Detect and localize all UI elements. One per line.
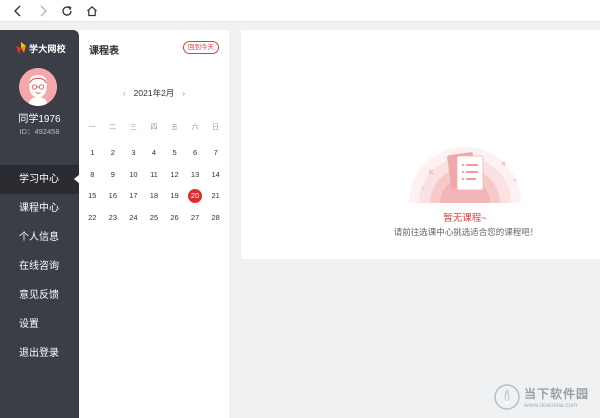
brand-logo[interactable]: 学大网校: [16, 41, 66, 55]
username: 同学1976: [18, 114, 61, 125]
user-id: ID：492458: [19, 127, 60, 136]
calendar-day[interactable]: 5: [164, 148, 185, 157]
refresh-button[interactable]: [59, 3, 75, 19]
sidebar-item-online-consult[interactable]: 在线咨询: [0, 252, 79, 281]
avatar-icon: [19, 68, 57, 106]
calendar-day[interactable]: 18: [144, 191, 165, 200]
sidebar-item-course-center[interactable]: 课程中心: [0, 194, 79, 223]
empty-courses-illustration-icon: [407, 147, 523, 206]
calendar-day[interactable]: 1: [82, 148, 103, 157]
home-button[interactable]: [84, 3, 100, 19]
empty-state-title: 暂无课程~: [443, 213, 487, 224]
sidebar-item-label: 设置: [19, 319, 39, 330]
weekday-label: 四: [150, 124, 158, 131]
home-icon: [87, 5, 97, 17]
sidebar-item-personal-info[interactable]: 个人信息: [0, 223, 79, 252]
calendar-day[interactable]: 9: [103, 170, 124, 179]
calendar-week: 1 2 3 4 5 6 7: [82, 142, 226, 164]
calendar-day[interactable]: 25: [144, 213, 165, 222]
course-content-area: 暂无课程~ 请前往选课中心挑选适合您的课程吧！: [241, 30, 600, 259]
calendar-day[interactable]: 8: [82, 170, 103, 179]
calendar-grid: 1 2 3 4 5 6 7 8 9 10 11 12 13 14 15 16 1…: [82, 142, 226, 228]
current-month: 2021年2月: [133, 88, 175, 98]
calendar-day[interactable]: 11: [144, 170, 165, 179]
sidebar-item-label: 个人信息: [19, 232, 59, 243]
calendar-day[interactable]: 24: [123, 213, 144, 222]
panel-title: 课程表: [89, 46, 119, 57]
calendar-day[interactable]: 4: [144, 148, 165, 157]
calendar-day[interactable]: 6: [185, 148, 206, 157]
calendar-day[interactable]: 15: [82, 191, 103, 200]
weekday-label: 日: [212, 124, 220, 131]
month-switcher: ‹ 2021年2月 ›: [79, 87, 229, 99]
calendar-day-today[interactable]: 20: [185, 188, 206, 203]
sidebar-item-label: 课程中心: [19, 203, 59, 214]
prev-month-button[interactable]: ‹: [117, 88, 131, 98]
weekday-label: 一: [88, 124, 96, 131]
next-month-button[interactable]: ›: [177, 88, 191, 98]
avatar[interactable]: [19, 68, 57, 106]
brand-mark-icon: [16, 42, 26, 54]
back-button[interactable]: [10, 3, 26, 19]
calendar-day[interactable]: 2: [103, 148, 124, 157]
sidebar-item-settings[interactable]: 设置: [0, 310, 79, 339]
chevron-right-icon: [40, 5, 47, 17]
refresh-icon: [62, 6, 72, 16]
watermark-text: 当下软件园 www.downxia.com: [524, 385, 589, 409]
brand-name: 学大网校: [29, 43, 66, 54]
calendar-day[interactable]: 17: [123, 191, 144, 200]
calendar-week: 8 9 10 11 12 13 14: [82, 164, 226, 186]
calendar-day[interactable]: 13: [185, 170, 206, 179]
calendar-day[interactable]: 12: [164, 170, 185, 179]
calendar-day[interactable]: 7: [205, 148, 226, 157]
calendar-day[interactable]: 27: [185, 213, 206, 222]
sidebar-item-label: 学习中心: [19, 174, 59, 185]
calendar-day[interactable]: 28: [205, 213, 226, 222]
watermark-name: 当下软件园: [524, 387, 590, 401]
calendar-day[interactable]: 3: [123, 148, 144, 157]
calendar-week: 15 16 17 18 19 20 21: [82, 185, 226, 207]
weekday-label: 二: [109, 124, 117, 131]
calendar-day[interactable]: 14: [205, 170, 226, 179]
browser-toolbar: [0, 0, 600, 22]
weekday-label: 五: [171, 124, 179, 131]
sidebar-item-study-center[interactable]: 学习中心: [0, 165, 80, 194]
sidebar: 学大网校 同学1976 ID：492458 学习中心 课程中心 个人信息 在线咨…: [0, 30, 80, 418]
sidebar-item-label: 退出登录: [19, 348, 59, 359]
watermark-url: www.downxia.com: [524, 402, 578, 409]
weekday-header: 一 二 三 四 五 六 日: [82, 122, 226, 132]
sidebar-item-feedback[interactable]: 意见反馈: [0, 281, 79, 310]
calendar-day[interactable]: 19: [164, 191, 185, 200]
empty-state-description: 请前往选课中心挑选适合您的课程吧！: [393, 227, 539, 237]
back-to-today-button[interactable]: 回到今天: [183, 41, 219, 54]
watermark: 当下软件园 www.downxia.com: [494, 376, 600, 418]
course-schedule-panel: 课程表 回到今天 ‹ 2021年2月 › 一 二 三 四 五 六 日 1 2 3…: [79, 30, 229, 418]
downxia-logo-icon: [494, 384, 520, 410]
weekday-label: 三: [129, 124, 137, 131]
sidebar-item-label: 在线咨询: [19, 261, 59, 272]
calendar-day[interactable]: 16: [103, 191, 124, 200]
weekday-label: 六: [191, 124, 199, 131]
calendar-week: 22 23 24 25 26 27 28: [82, 207, 226, 229]
calendar-day[interactable]: 22: [82, 213, 103, 222]
calendar-day[interactable]: 21: [205, 191, 226, 200]
sidebar-menu: 学习中心 课程中心 个人信息 在线咨询 意见反馈 设置 退出登录: [0, 165, 80, 368]
chevron-left-icon: [14, 5, 21, 17]
sidebar-item-label: 意见反馈: [19, 290, 59, 301]
forward-button[interactable]: [35, 3, 51, 19]
sidebar-item-logout[interactable]: 退出登录: [0, 339, 79, 368]
calendar-day[interactable]: 10: [123, 170, 144, 179]
today-number: 20: [188, 188, 203, 203]
calendar-day[interactable]: 26: [164, 213, 185, 222]
calendar-day[interactable]: 23: [103, 213, 124, 222]
